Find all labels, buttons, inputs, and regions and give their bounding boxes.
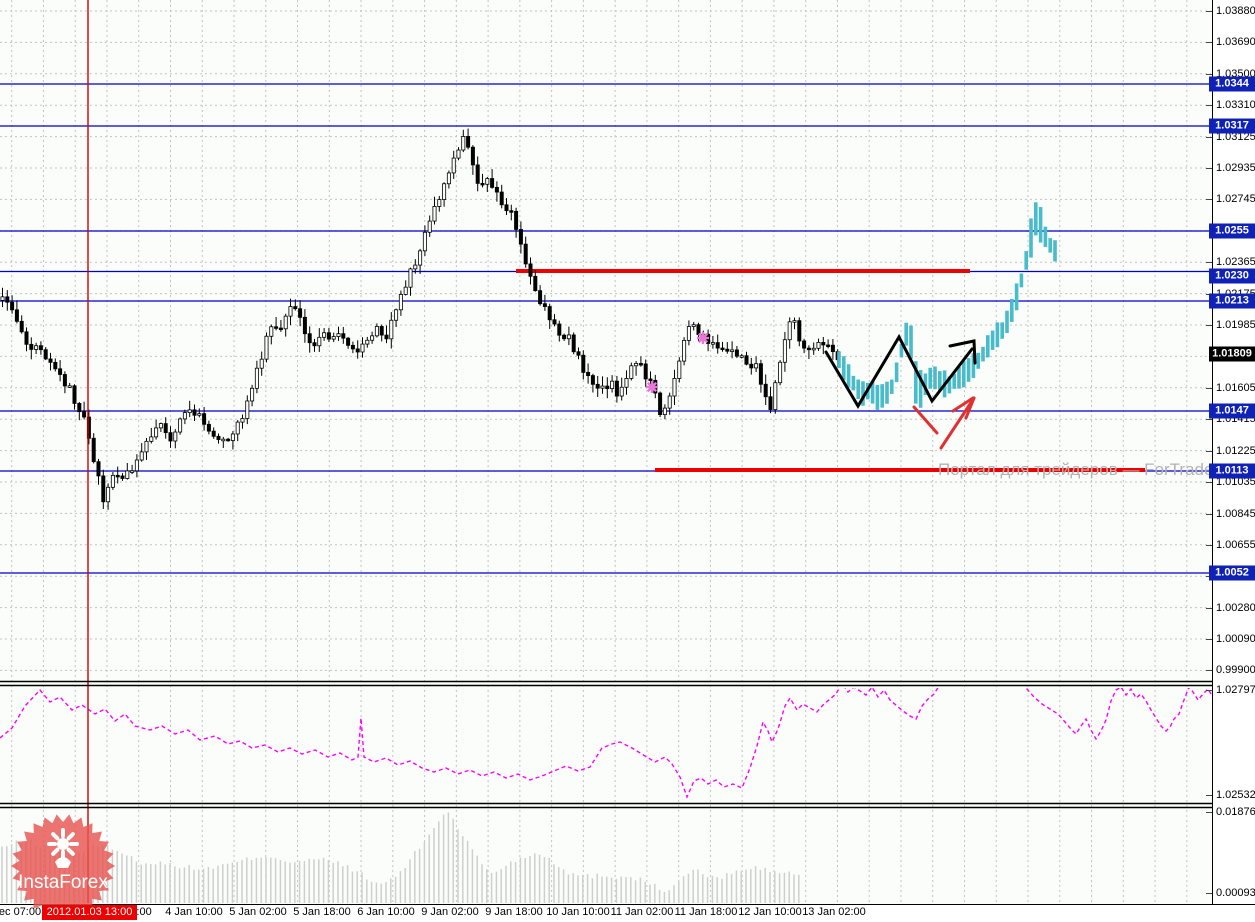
price-label-tick [1206, 105, 1212, 106]
price-level-lines [0, 83, 1211, 574]
indicator-axis-label: 1.02797 [1216, 684, 1255, 696]
time-label: 9 Jan 18:00 [485, 906, 543, 918]
time-label: 11 Jan 02:00 [610, 906, 674, 918]
price-label: 0.99900 [1216, 664, 1255, 676]
time-label: 4 Jan 10:00 [165, 906, 223, 918]
price-level-badge: 1.0147 [1209, 403, 1255, 419]
price-label-tick [1206, 670, 1212, 671]
price-label-tick [1206, 262, 1212, 263]
logo-text: InstaForex [18, 872, 108, 893]
price-label: 1.01605 [1216, 382, 1255, 394]
price-level-badge: 1.0255 [1209, 223, 1255, 239]
price-label-tick [1206, 451, 1212, 452]
time-label: 11 Jan 18:00 [674, 906, 738, 918]
time-label: 6 Jan 10:00 [357, 906, 415, 918]
cyan-wave-overlay [837, 202, 1057, 410]
time-label: 5 Jan 18:00 [293, 906, 351, 918]
price-label: 1.01985 [1216, 319, 1255, 331]
price-label: 1.03690 [1216, 36, 1255, 48]
price-label: 1.00655 [1216, 539, 1255, 551]
price-label: 1.03880 [1216, 5, 1255, 17]
price-label: 1.02365 [1216, 256, 1255, 268]
price-label: 1.01225 [1216, 445, 1255, 457]
price-label: 1.00090 [1216, 633, 1255, 645]
time-label: 12 Jan 10:00 [738, 906, 802, 918]
histogram-axis-label: 0.00093 [1216, 887, 1255, 899]
time-label: 5 Jan 02:00 [229, 906, 287, 918]
price-level-badge: 1.0230 [1209, 268, 1255, 284]
indicator-axis-label-tick [1206, 690, 1212, 691]
histogram-axis-label: 0.01876 [1216, 806, 1255, 818]
current-price-badge: 1.01809 [1209, 346, 1255, 362]
time-label: 10 Jan 10:00 [546, 906, 610, 918]
mt4-chart-window[interactable]: Портал для трейдеров — ForTrader.ru Inst… [0, 0, 1255, 922]
price-label-tick [1206, 419, 1212, 420]
price-label: 1.02935 [1216, 162, 1255, 174]
price-label-tick [1206, 42, 1212, 43]
pane-separators [0, 680, 1255, 809]
price-label-tick [1206, 11, 1212, 12]
timestamp-highlight: 2012.01.03 13:00 [42, 905, 137, 920]
price-label-tick [1206, 325, 1212, 326]
price-level-badge: 1.0317 [1209, 118, 1255, 134]
price-label-tick [1206, 168, 1212, 169]
price-label-tick [1206, 137, 1212, 138]
price-level-badge: 1.0213 [1209, 293, 1255, 309]
price-level-badge: 1.0344 [1209, 76, 1255, 92]
indicator-line [0, 688, 1255, 799]
indicator-axis-label-tick [1206, 795, 1212, 796]
price-label-tick [1206, 199, 1212, 200]
candle-series [0, 128, 840, 510]
histogram-axis-label-tick [1206, 893, 1212, 894]
price-label: 1.00845 [1216, 508, 1255, 520]
price-label-tick [1206, 514, 1212, 515]
price-label-tick [1206, 639, 1212, 640]
price-label-tick [1206, 74, 1212, 75]
price-label-tick [1206, 545, 1212, 546]
time-label: 13 Jan 02:00 [802, 906, 866, 918]
price-label: 1.03310 [1216, 99, 1255, 111]
indicator-axis-label: 1.02532 [1216, 789, 1255, 801]
watermark-text: Портал для трейдеров — ForTrader.ru [938, 460, 1239, 479]
price-label: 1.02745 [1216, 193, 1255, 205]
price-level-badge: 1.0052 [1209, 565, 1255, 581]
price-label-tick [1206, 608, 1212, 609]
price-label-tick [1206, 388, 1212, 389]
price-label: 1.00280 [1216, 602, 1255, 614]
price-label-tick [1206, 482, 1212, 483]
price-level-badge: 1.0113 [1209, 463, 1255, 479]
grid [0, 0, 1211, 903]
histogram-axis-label-tick [1206, 812, 1212, 813]
time-label: ec 07:00 [0, 906, 42, 918]
time-label: 9 Jan 02:00 [421, 906, 479, 918]
